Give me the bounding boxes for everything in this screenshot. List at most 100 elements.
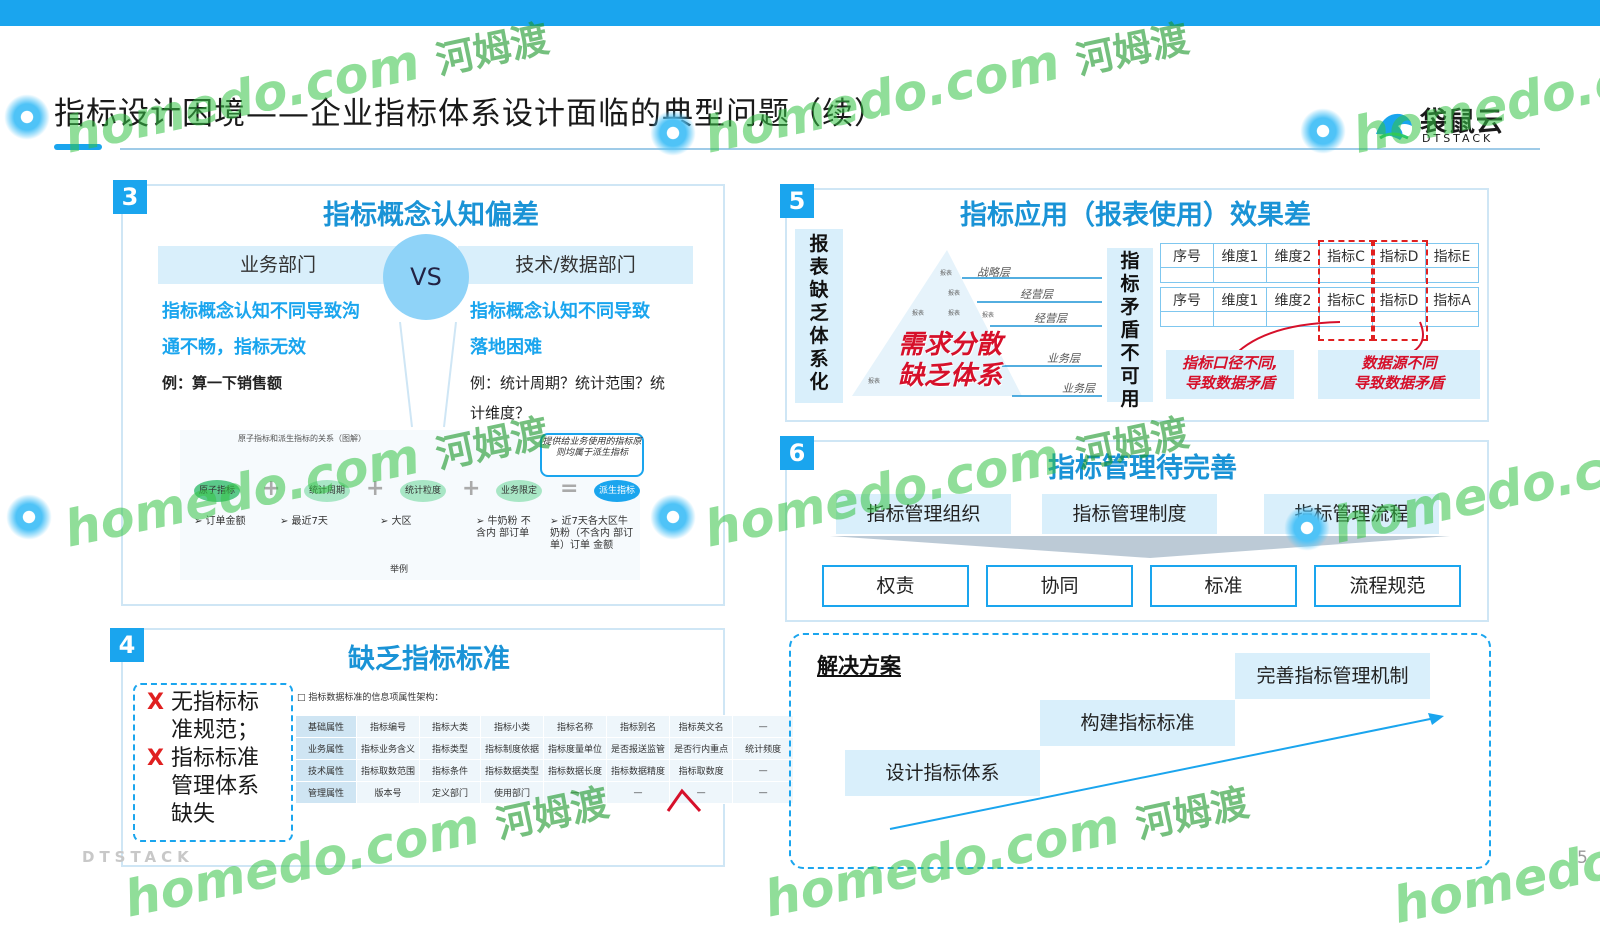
mgmt-collaboration: 协同 <box>986 565 1133 607</box>
footer-brand: DTSTACK <box>82 848 194 866</box>
formula-caption: 原子指标和派生指标的关系（图解） <box>238 434 366 443</box>
formula-node-atomic: 原子指标 <box>194 480 240 502</box>
pyramid-level-operation-2: 经营层 <box>1034 312 1067 325</box>
page-title: 指标设计困境——企业指标体系设计面临的典型问题（续） <box>54 96 886 132</box>
pyramid-tag: 报表 <box>940 270 953 277</box>
report-table-empty-cell <box>1425 267 1479 283</box>
title-accent <box>54 144 102 150</box>
standard-cell: 统计频度 <box>732 737 795 760</box>
standard-cell: — <box>543 781 608 804</box>
derived-metric-callout: 提供给业务使用的指标原则均属于派生指标 <box>540 433 644 477</box>
x-item-1-line1: X 无指标标 <box>147 690 259 715</box>
standard-cell: — <box>606 781 671 804</box>
watermark-flower-icon <box>650 110 696 156</box>
section6-title: 指标管理待完善 <box>1048 453 1237 484</box>
lack-system-text: 缺乏体系 <box>898 361 1003 391</box>
mgmt-standard: 标准 <box>1150 565 1297 607</box>
report-table-header-cell: 维度1 <box>1213 287 1267 312</box>
watermark-flower-icon <box>1300 108 1346 154</box>
pyramid-level-business-2: 业务层 <box>1062 382 1095 395</box>
standard-cell: 指标条件 <box>419 759 482 782</box>
standard-cell: 指标小类 <box>480 715 545 738</box>
watermark: homedo.com 河姆渡 <box>699 16 1193 165</box>
x-mark-icon: X <box>147 746 164 771</box>
formula-op-3: + <box>462 476 481 501</box>
standard-cell: 指标大类 <box>419 715 482 738</box>
formula-op-1: + <box>262 476 281 501</box>
metric-conflict-label: 指标矛盾不可用 <box>1107 248 1153 410</box>
report-table-empty-cell <box>1160 267 1214 283</box>
formula-sub-3: ➢ 大区 <box>380 516 412 527</box>
solution-title: 解决方案 <box>817 654 901 678</box>
standard-table-row: 业务属性 指标业务含义 指标类型 指标制度依据 指标度量单位 是否报送监管 是否行内重点 统计… <box>295 737 795 760</box>
pyramid-tag: 报表 <box>948 290 961 297</box>
standard-cell: 指标英文名 <box>669 715 734 738</box>
report-table-header-cell: 维度2 <box>1266 287 1320 312</box>
formula-sub-1: ➢ 订单金额 <box>194 516 246 527</box>
business-dept-header: 业务部门 <box>158 246 398 284</box>
demand-scattered-text: 需求分散 <box>898 330 1003 360</box>
tech-dept-header: 技术/数据部门 <box>458 246 693 284</box>
standard-cell: 指标类型 <box>419 737 482 760</box>
business-issue-line2: 通不畅，指标无效 <box>162 337 306 358</box>
section5-title: 指标应用（报表使用）效果差 <box>960 200 1311 231</box>
report-no-system-label: 报表缺乏体系化 <box>795 229 843 403</box>
standard-cell: 指标取数度 <box>669 759 734 782</box>
standard-cell: 指标数据长度 <box>543 759 608 782</box>
standard-cell: 是否报送监管 <box>606 737 671 760</box>
standard-cell: 指标业务含义 <box>355 737 421 760</box>
top-accent-bar <box>0 0 1600 26</box>
x-item-1-line2: 准规范； <box>171 718 260 743</box>
pyramid-level-business-1: 业务层 <box>1047 352 1080 365</box>
page-number: 5 <box>1577 848 1588 868</box>
pyramid-tag: 报表 <box>982 312 995 319</box>
mgmt-arrow-band <box>830 536 1450 558</box>
standard-cell: — <box>732 759 795 782</box>
formula-node-business: 业务限定 <box>496 480 542 502</box>
standard-cell: 定义部门 <box>419 781 482 804</box>
standard-cell: — <box>732 781 795 804</box>
watermark-flower-icon <box>6 494 52 540</box>
standard-cell: 使用部门 <box>480 781 545 804</box>
solution-step-3: 完善指标管理机制 <box>1235 653 1430 699</box>
formula-node-derived: 派生指标 <box>594 480 640 502</box>
mgmt-process-spec: 流程规范 <box>1314 565 1461 607</box>
business-example: 例：算一下销售额 <box>162 374 283 392</box>
pyramid-tag: 报表 <box>868 378 881 385</box>
pyramid-tag: 报表 <box>948 310 961 317</box>
report-table-header-cell: 序号 <box>1160 287 1214 312</box>
pyramid-level-strategy: 战略层 <box>977 266 1010 279</box>
standard-cell: 指标编号 <box>355 715 421 738</box>
report-table-empty-cell <box>1213 267 1267 283</box>
standard-row-header: 业务属性 <box>295 737 357 760</box>
standard-cell: 指标数据精度 <box>606 759 671 782</box>
standard-cell: 指标制度依据 <box>480 737 545 760</box>
business-issue-line1: 指标概念认知不同导致沟 <box>162 301 360 322</box>
standard-cell: — <box>732 715 795 738</box>
mgmt-organization: 指标管理组织 <box>836 494 1011 534</box>
section6-number: 6 <box>780 436 814 470</box>
standard-cell: 指标别名 <box>606 715 671 738</box>
report-table-header-cell: 维度1 <box>1213 243 1267 268</box>
standard-cell: 指标度量单位 <box>543 737 608 760</box>
formula-sub-2: ➢ 最近7天 <box>280 516 328 527</box>
formula-node-period: 统计周期 <box>304 480 350 502</box>
report-table-header-cell: 指标A <box>1425 287 1479 312</box>
formula-node-granularity: 统计粒度 <box>400 480 446 502</box>
formula-footer: 举例 <box>390 565 409 575</box>
watermark-flower-icon <box>650 494 696 540</box>
x-item-2-line2: 管理体系 <box>171 774 260 799</box>
mgmt-system: 指标管理制度 <box>1042 494 1217 534</box>
formula-op-2: + <box>366 476 385 501</box>
watermark-flower-icon <box>1284 505 1330 551</box>
section5-number: 5 <box>780 184 814 218</box>
section3-number: 3 <box>113 180 147 214</box>
standard-cell: 指标名称 <box>543 715 608 738</box>
standard-cell: 版本号 <box>355 781 421 804</box>
section4-number: 4 <box>110 628 144 662</box>
standard-row-header: 管理属性 <box>295 781 357 804</box>
formula-op-4: = <box>560 476 579 501</box>
reason-caliber-different: 指标口径不同, 导致数据矛盾 <box>1166 350 1294 399</box>
tech-issue-line1: 指标概念认知不同导致 <box>470 301 650 322</box>
reason-source-different: 数据源不同 导致数据矛盾 <box>1318 350 1480 399</box>
